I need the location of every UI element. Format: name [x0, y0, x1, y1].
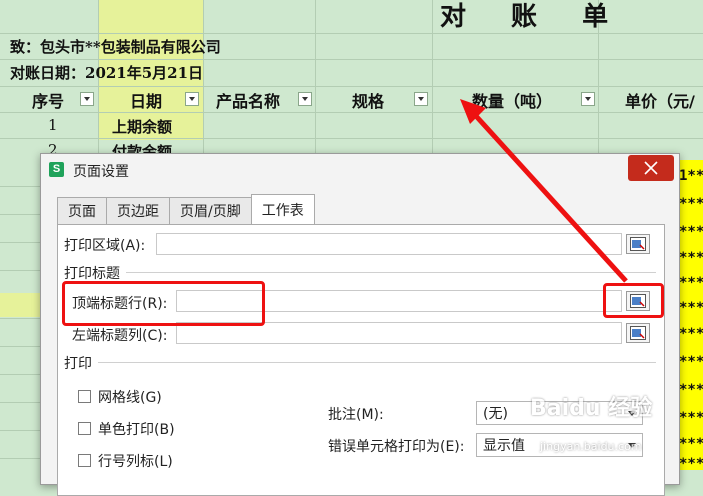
baidu-watermark-url: jingyan.baidu.com: [540, 440, 642, 453]
baidu-watermark: Baidu 经验: [530, 396, 653, 421]
